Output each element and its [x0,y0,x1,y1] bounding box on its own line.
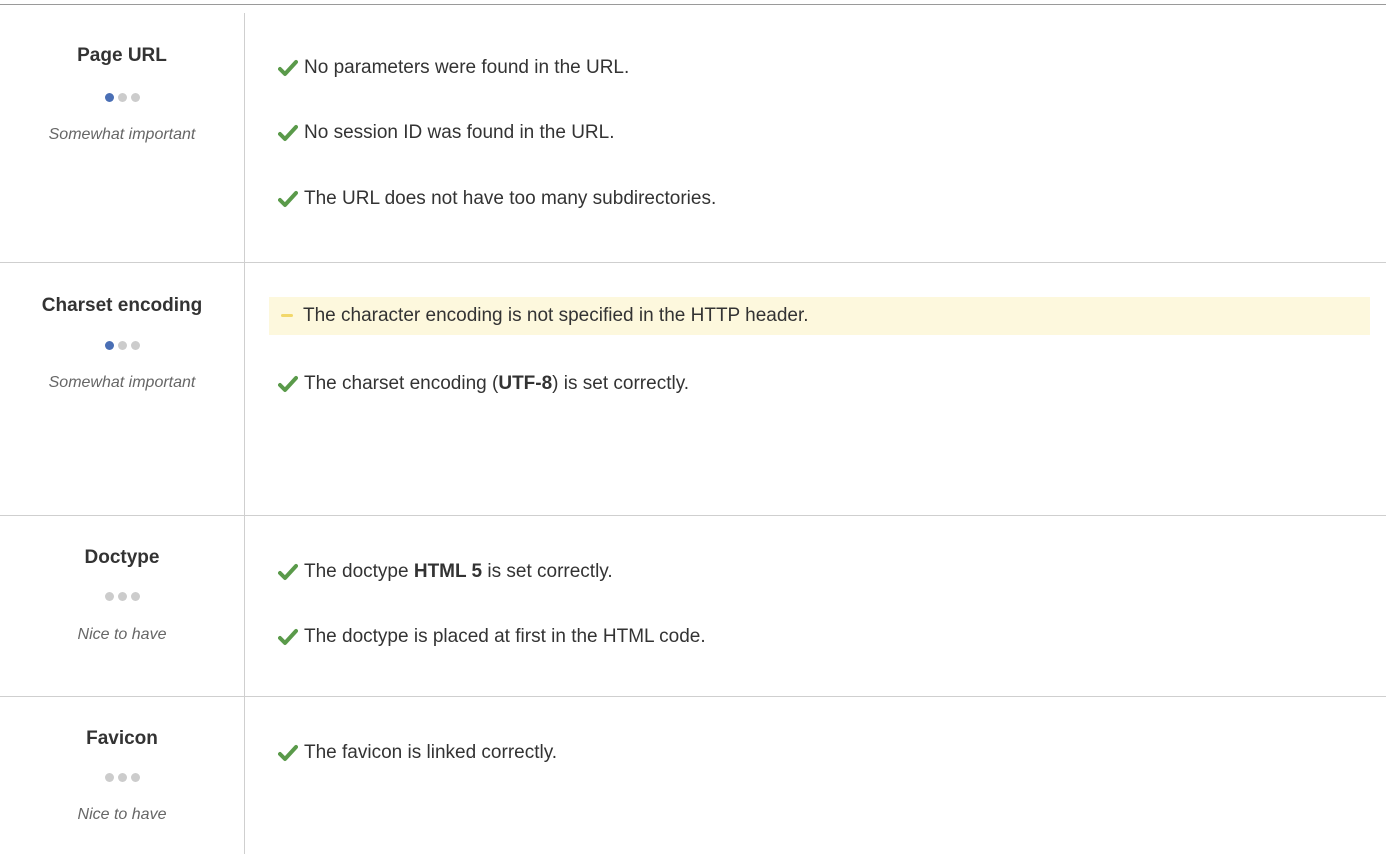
result-message: No parameters were found in the URL. [270,49,1370,87]
check-icon [276,372,300,396]
result-message: The doctype HTML 5 is set correctly. [270,553,1370,591]
importance-dot [130,341,140,350]
check-icon [276,560,300,584]
importance-dots [0,773,244,783]
importance-dot [117,341,127,350]
check-icon [276,187,300,211]
importance-dot [117,93,127,102]
message-text: The doctype HTML 5 is set correctly. [304,561,613,583]
charset-value: UTF-8 [498,373,553,394]
minus-icon [275,304,299,328]
result-message: The favicon is linked correctly. [270,734,1370,772]
importance-label: Nice to have [77,626,167,643]
result-message: The doctype is placed at first in the HT… [270,618,1370,656]
section-favicon: Favicon Nice to have The favicon is link… [0,697,1386,854]
check-title: Charset encoding [41,295,203,316]
message-text: The URL does not have too many subdirect… [304,188,717,209]
importance-dots [0,93,244,103]
importance-dot [104,341,114,350]
result-message: The URL does not have too many subdirect… [270,180,1370,218]
check-header: Favicon Nice to have [0,697,245,854]
section-page-url: Page URL Somewhat important No parameter… [0,13,1386,263]
check-title: Doctype [84,547,160,568]
message-text-part: ) is set correctly. [552,373,690,394]
check-header: Doctype Nice to have [0,516,245,696]
message-text: No parameters were found in the URL. [304,57,630,78]
message-text: The charset encoding (UTF-8) is set corr… [304,373,689,395]
top-divider [0,0,1386,5]
importance-label: Somewhat important [48,374,196,391]
message-text-part: The charset encoding ( [304,373,499,394]
check-icon [276,121,300,145]
message-text-part: is set correctly. [482,561,613,582]
importance-dot [117,592,127,601]
importance-label: Nice to have [77,806,167,823]
check-icon [276,56,300,80]
message-text: The character encoding is not specified … [303,305,809,326]
check-icon [276,625,300,649]
check-header: Charset encoding Somewhat important [0,263,245,515]
result-message: The charset encoding (UTF-8) is set corr… [270,365,1370,403]
check-icon [276,741,300,765]
message-text: The doctype is placed at first in the HT… [304,626,706,647]
message-text-part: The doctype [304,561,414,582]
doctype-value: HTML 5 [413,561,483,582]
check-header: Page URL Somewhat important [0,13,245,262]
importance-dot [130,592,140,601]
importance-dots [0,592,244,602]
check-title: Favicon [86,728,158,749]
importance-label: Somewhat important [48,126,196,143]
check-title: Page URL [77,45,167,66]
section-charset-encoding: Charset encoding Somewhat important The … [0,263,1386,516]
message-text: The favicon is linked correctly. [304,742,558,763]
warning-message: The character encoding is not specified … [269,297,1370,335]
importance-dot [104,773,114,782]
importance-dot [130,93,140,102]
importance-dot [104,93,114,102]
result-message: No session ID was found in the URL. [270,114,1370,152]
importance-dot [130,773,140,782]
importance-dot [117,773,127,782]
section-doctype: Doctype Nice to have The doctype HTML 5 … [0,516,1386,697]
message-text: No session ID was found in the URL. [304,122,615,143]
importance-dot [104,592,114,601]
importance-dots [0,341,244,351]
